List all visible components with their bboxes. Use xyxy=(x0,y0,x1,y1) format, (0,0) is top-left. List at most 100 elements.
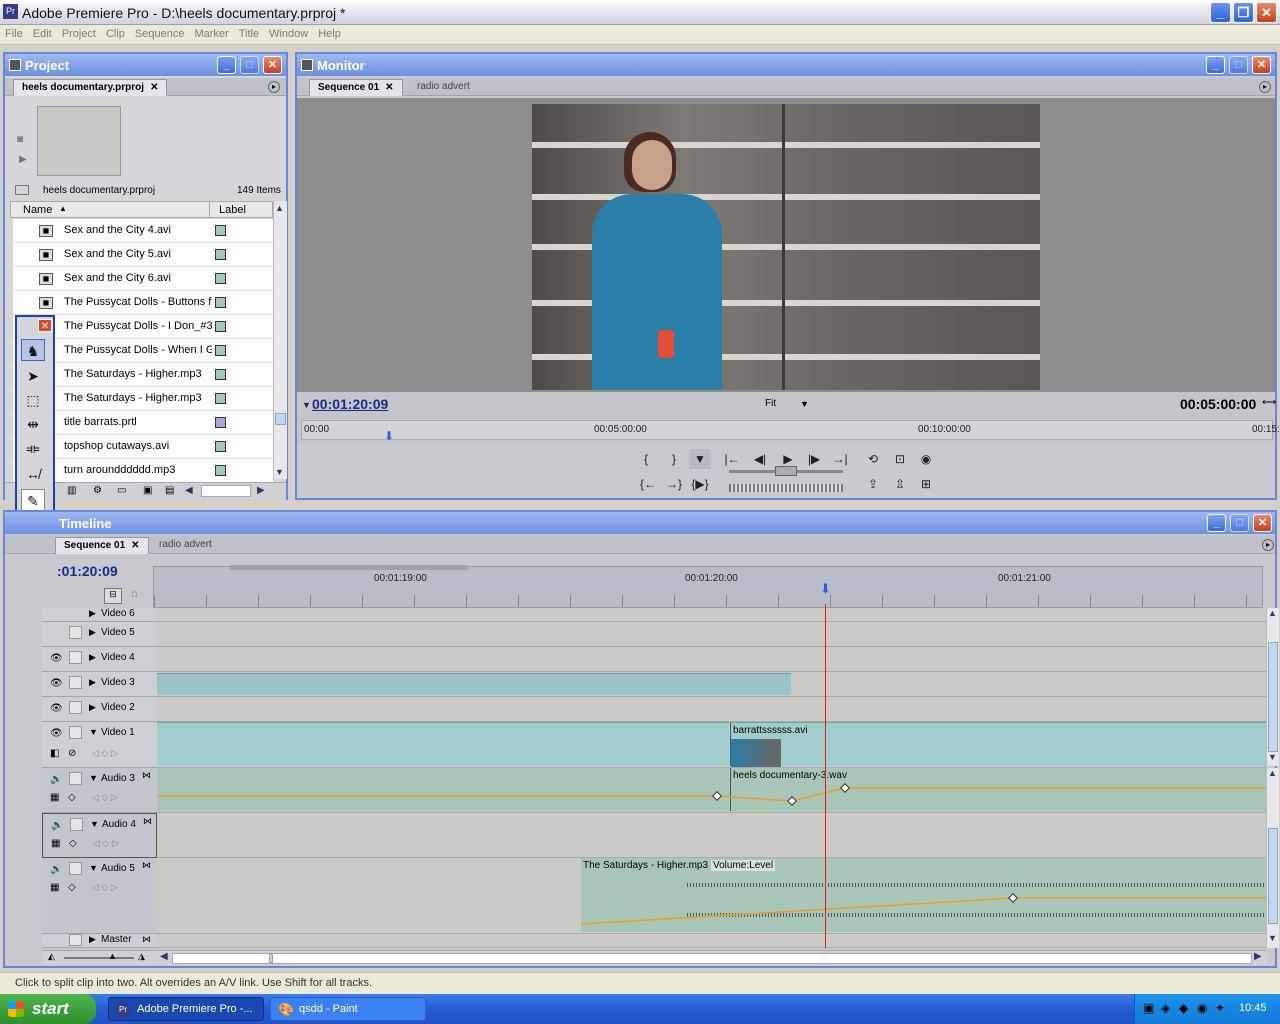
label-color-swatch[interactable] xyxy=(215,417,226,428)
audio-keyframes-icon[interactable]: ◇ xyxy=(68,882,76,893)
collapse-triangle-icon[interactable]: ▼ xyxy=(89,773,98,783)
collapse-triangle-icon[interactable]: ▼ xyxy=(89,863,98,873)
shuttle-handle[interactable] xyxy=(775,466,797,476)
expand-triangle-icon[interactable]: ▶ xyxy=(89,702,96,713)
go-to-out-button[interactable]: →| xyxy=(829,449,851,469)
sync-lock-icon[interactable]: ⋈ xyxy=(142,770,151,781)
audio-tracks-scrollbar[interactable]: ▲ ▼ xyxy=(1266,768,1279,948)
monitor-close-button[interactable]: ✕ xyxy=(1252,56,1271,74)
zoom-select-value[interactable]: Fit xyxy=(765,398,776,409)
column-name-header[interactable]: Name xyxy=(23,204,52,216)
label-color-swatch[interactable] xyxy=(215,465,226,476)
menu-help[interactable]: Help xyxy=(313,25,346,40)
menu-marker[interactable]: Marker xyxy=(189,25,233,40)
menu-edit[interactable]: Edit xyxy=(28,25,57,40)
sync-lock-icon[interactable]: ⋈ xyxy=(142,934,151,945)
play-preview-icon[interactable]: ▶ xyxy=(19,154,27,165)
label-color-swatch[interactable] xyxy=(215,441,226,452)
trim-toggle-icon[interactable]: ⟷ xyxy=(1262,397,1276,408)
go-to-in-button[interactable]: |← xyxy=(721,449,743,469)
tab-timeline-radio-advert[interactable]: radio advert xyxy=(151,537,220,554)
keyframe-nav-icon[interactable]: ◁ ◇ ▷ xyxy=(92,882,118,893)
lift-button[interactable]: ⇪ xyxy=(862,474,884,494)
task-paint[interactable]: 🎨 qsdd - Paint xyxy=(270,997,426,1021)
zoom-dropdown-icon[interactable]: ▼ xyxy=(800,399,809,409)
track-lock-toggle[interactable] xyxy=(69,862,82,875)
project-list-scrollbar[interactable]: ▲ ▼ xyxy=(273,201,287,479)
keyframe-nav-icon[interactable]: ◁ ◇ ▷ xyxy=(92,748,118,759)
track-lane-master[interactable] xyxy=(157,934,1266,948)
tray-icon-5[interactable]: ✦ xyxy=(1215,1001,1225,1015)
scroll-up-icon[interactable]: ▲ xyxy=(275,203,284,213)
collapse-triangle-icon[interactable]: ▶ xyxy=(89,608,96,619)
go-to-next-edit-button[interactable]: →} xyxy=(663,474,685,494)
track-lane-audio3[interactable]: heels documentary-3.wav xyxy=(157,768,1266,813)
timeline-minimize-button[interactable]: _ xyxy=(1207,514,1226,532)
horizontal-scroll-track[interactable] xyxy=(201,485,251,497)
menu-sequence[interactable]: Sequence xyxy=(130,25,190,40)
selection-tool-icon[interactable]: ➤ xyxy=(21,365,45,387)
rate-stretch-icon[interactable]: ↮ xyxy=(21,463,45,485)
tab-timeline-sequence-01[interactable]: Sequence 01 ✕ xyxy=(55,537,149,554)
set-marker-button[interactable]: ▼ xyxy=(689,449,711,469)
timeline-current-time[interactable]: :01:20:09 xyxy=(57,563,118,579)
track-lane-video5[interactable] xyxy=(157,622,1266,647)
tray-icon-3[interactable]: ◆ xyxy=(1179,1001,1188,1015)
audio5-volume-line[interactable] xyxy=(157,858,1266,934)
tray-icon-4[interactable]: ◉ xyxy=(1197,1001,1207,1015)
restore-button[interactable]: ❐ xyxy=(1233,2,1254,23)
waveform-toggle-icon[interactable]: ▦ xyxy=(50,882,59,893)
start-button[interactable]: start xyxy=(0,994,96,1024)
sync-lock-icon[interactable]: ⋈ xyxy=(143,816,152,827)
scroll-left-icon[interactable]: ◀ xyxy=(160,951,168,962)
menu-clip[interactable]: Clip xyxy=(101,25,130,40)
scroll-down-icon[interactable]: ▼ xyxy=(1268,933,1277,943)
scroll-thumb[interactable] xyxy=(275,413,286,425)
speaker-icon[interactable]: 🔊 xyxy=(51,820,63,832)
label-color-swatch[interactable] xyxy=(215,393,226,404)
tools-close-button[interactable]: ✕ xyxy=(38,319,52,332)
video1-clip-left[interactable] xyxy=(157,722,729,766)
track-lock-toggle[interactable] xyxy=(69,726,82,739)
timeline-playhead-icon[interactable]: ⬇ xyxy=(820,581,831,597)
horizontal-scroll-track[interactable] xyxy=(172,953,1252,964)
waveform-toggle-icon[interactable]: ▦ xyxy=(51,838,60,849)
play-in-to-out-button[interactable]: {▶} xyxy=(689,474,711,494)
marquee-tool-icon[interactable]: ⬚ xyxy=(21,389,45,411)
sync-lock-icon[interactable]: ⋈ xyxy=(142,860,151,871)
label-color-swatch[interactable] xyxy=(215,273,226,284)
set-out-point-button[interactable]: } xyxy=(663,449,685,469)
label-color-swatch[interactable] xyxy=(215,369,226,380)
video3-clip[interactable] xyxy=(157,673,791,695)
timeline-close-button[interactable]: ✕ xyxy=(1253,514,1272,532)
step-back-button[interactable]: ◀| xyxy=(749,449,771,469)
track-lock-toggle[interactable] xyxy=(69,934,82,946)
track-lane-video6[interactable] xyxy=(157,608,1266,622)
rolling-edit-icon[interactable]: ⟚ xyxy=(21,437,45,459)
scroll-thumb[interactable] xyxy=(269,954,273,963)
list-view-icon[interactable]: ▥ xyxy=(67,485,76,496)
scroll-right-icon[interactable]: ▶ xyxy=(257,485,265,496)
safe-margins-button[interactable]: ⊡ xyxy=(889,449,911,469)
scroll-up-icon[interactable]: ▲ xyxy=(1268,768,1277,778)
panel-menu-icon[interactable]: ▸ xyxy=(1259,81,1271,93)
camera-icon[interactable]: ◙ xyxy=(17,134,23,145)
set-marker-icon[interactable]: ⌂ xyxy=(131,588,138,600)
audio-keyframes-icon[interactable]: ◇ xyxy=(69,838,77,849)
monitor-minimize-button[interactable]: _ xyxy=(1206,56,1225,74)
eye-icon[interactable]: 👁 xyxy=(50,653,63,665)
label-color-swatch[interactable] xyxy=(215,297,226,308)
minimize-button[interactable]: _ xyxy=(1210,2,1231,23)
column-label-header[interactable]: Label xyxy=(219,204,246,216)
scroll-up-icon[interactable]: ▲ xyxy=(1268,608,1277,618)
eye-icon[interactable]: 👁 xyxy=(50,728,63,740)
tab-close-icon[interactable]: ✕ xyxy=(131,540,139,551)
project-list-item[interactable]: ◼ Sex and the City 6.avi xyxy=(13,267,273,291)
track-lock-toggle[interactable] xyxy=(69,626,82,639)
expand-triangle-icon[interactable]: ▶ xyxy=(89,652,96,663)
task-premiere[interactable]: Pr Adobe Premiere Pro -... xyxy=(108,997,264,1021)
scroll-thumb[interactable] xyxy=(1268,828,1278,924)
output-button[interactable]: ◉ xyxy=(915,449,937,469)
ripple-edit-icon[interactable]: ⇹ xyxy=(21,413,45,435)
zoom-out-icon[interactable]: ◭ xyxy=(48,951,55,962)
